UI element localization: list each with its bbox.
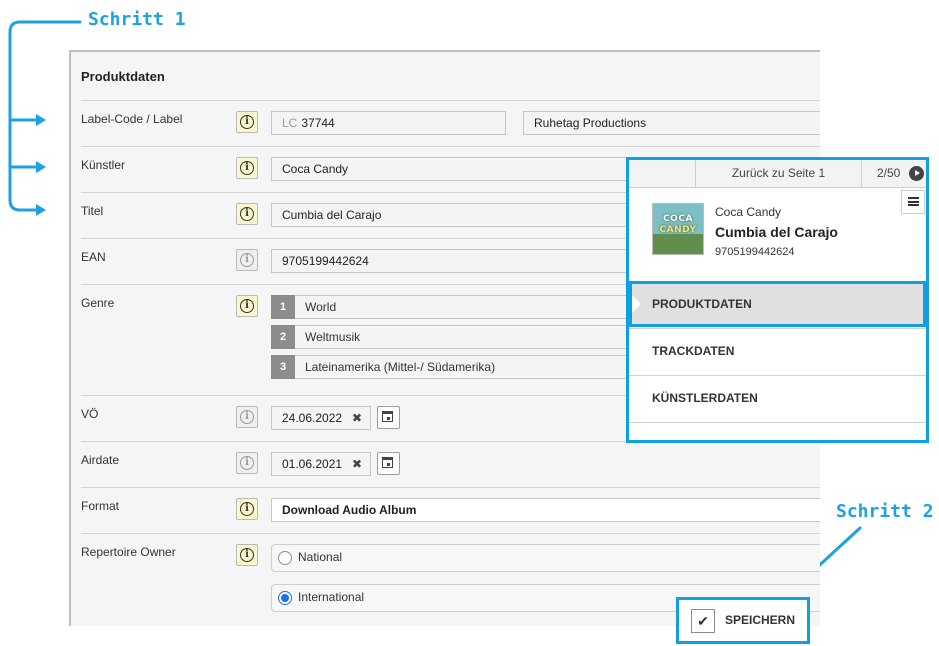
sidebar-artist: Coca Candy [715, 205, 782, 219]
nav-trackdaten[interactable]: TRACKDATEN [629, 328, 926, 374]
format-label: Format [81, 499, 120, 513]
divider [81, 100, 820, 101]
product-sidebar: Zurück zu Seite 1 2/50 COCA CANDY Coca C… [626, 157, 929, 443]
title-label: Titel [81, 204, 104, 218]
cover-ground [653, 234, 703, 254]
divider [81, 146, 820, 147]
info-icon[interactable]: i [236, 111, 258, 133]
repertoire-owner-label: Repertoire Owner [81, 545, 176, 559]
info-icon[interactable]: i [236, 295, 258, 317]
info-icon[interactable]: i [236, 157, 258, 179]
genre-number: 1 [271, 295, 295, 319]
calendar-icon[interactable] [377, 406, 400, 429]
step-2-annotation: Schritt 2 [836, 501, 934, 522]
nav-produktdaten[interactable]: PRODUKTDATEN [629, 281, 926, 327]
form-title: Produktdaten [81, 69, 165, 84]
release-date-field[interactable]: 24.06.2022 ✖ [271, 406, 371, 430]
sidebar-topbar: Zurück zu Seite 1 2/50 [629, 160, 926, 188]
cover-text: COCA [663, 214, 693, 224]
nav-kuenstlerdaten[interactable]: KÜNSTLERDATEN [629, 375, 926, 421]
divider [81, 487, 820, 488]
airdate-value: 01.06.2021 [282, 457, 343, 471]
ean-label: EAN [81, 250, 106, 264]
clear-icon[interactable]: ✖ [352, 453, 362, 475]
info-icon[interactable]: i [236, 452, 258, 474]
radio-button[interactable] [278, 551, 292, 565]
label-code-label: Label-Code / Label [81, 112, 183, 126]
step-1-annotation: Schritt 1 [88, 9, 186, 30]
release-date-value: 24.06.2022 [282, 411, 343, 425]
sidebar-ean: 9705199442624 [715, 246, 795, 258]
page-counter: 2/50 [877, 166, 901, 180]
save-label: SPEICHERN [725, 613, 796, 627]
artist-label: Künstler [81, 158, 126, 172]
back-to-page-button[interactable]: Zurück zu Seite 1 [695, 160, 862, 187]
info-icon[interactable]: i [236, 498, 258, 520]
format-select[interactable]: Download Audio Album [271, 498, 820, 522]
radio-national[interactable]: National [271, 544, 820, 572]
check-icon: ✔ [691, 609, 715, 633]
divider [81, 533, 820, 534]
genre-number: 3 [271, 355, 295, 379]
album-cover: COCA CANDY [652, 203, 704, 255]
save-highlight: ✔ SPEICHERN [676, 597, 810, 644]
genre-number: 2 [271, 325, 295, 349]
next-page-icon[interactable] [909, 166, 924, 181]
info-icon[interactable]: i [236, 544, 258, 566]
release-date-label: VÖ [81, 407, 99, 421]
label-code-value: 37744 [301, 116, 335, 130]
airdate-field[interactable]: 01.06.2021 ✖ [271, 452, 371, 476]
info-icon[interactable]: i [236, 249, 258, 271]
lc-prefix: LC [282, 116, 298, 130]
info-icon[interactable]: i [236, 406, 258, 428]
sidebar-title: Cumbia del Carajo [715, 224, 838, 240]
cover-text: CANDY [659, 225, 697, 235]
radio-button[interactable] [278, 591, 292, 605]
label-name-field[interactable]: Ruhetag Productions [523, 111, 820, 135]
genre-label: Genre [81, 296, 115, 310]
radio-label: International [298, 590, 365, 604]
calendar-icon[interactable] [377, 452, 400, 475]
nav-kontaktdaten[interactable]: KONTAKTDATEN [629, 422, 926, 440]
label-code-field[interactable]: LC 37744 [271, 111, 506, 135]
save-button[interactable]: ✔ SPEICHERN [691, 608, 799, 634]
airdate-label: Airdate [81, 453, 120, 467]
radio-label: National [298, 550, 343, 564]
clear-icon[interactable]: ✖ [352, 407, 362, 429]
info-icon[interactable]: i [236, 203, 258, 225]
list-view-icon[interactable] [901, 190, 925, 214]
